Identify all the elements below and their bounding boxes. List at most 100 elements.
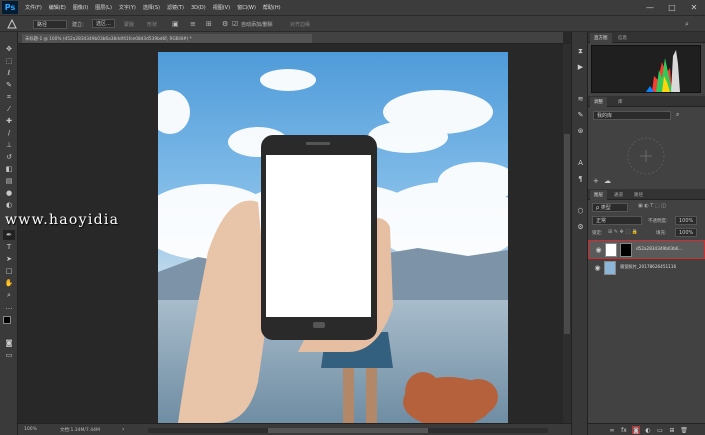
- watermark-text: www.haoyidia: [5, 212, 120, 228]
- menu-filter[interactable]: 滤镜(T): [167, 4, 184, 11]
- menu-layer[interactable]: 图层(L): [95, 4, 112, 11]
- eraser-tool-icon[interactable]: ◧: [3, 164, 15, 174]
- shape-button[interactable]: 形状: [147, 19, 157, 29]
- layer-name[interactable]: d52a2834349b03b6...: [636, 246, 683, 251]
- horizontal-scrollbar[interactable]: [148, 428, 548, 433]
- new-layer-icon[interactable]: ⊞: [668, 426, 676, 434]
- menu-help[interactable]: 帮助(H): [263, 4, 281, 11]
- clone-stamp-tool-icon[interactable]: ⊥: [3, 140, 15, 150]
- healing-brush-tool-icon[interactable]: ✚: [3, 116, 15, 126]
- minimize-button[interactable]: —: [639, 0, 661, 15]
- path-arrangement-icon[interactable]: ⊞: [206, 19, 212, 29]
- tab-channels[interactable]: 通道: [610, 190, 627, 200]
- vertical-scroll-thumb[interactable]: [564, 134, 570, 334]
- mask-button[interactable]: 蒙版: [124, 19, 134, 29]
- quick-mask-icon[interactable]: ◙: [3, 338, 15, 348]
- path-alignment-icon[interactable]: ≡: [190, 19, 196, 29]
- screen-mode-icon[interactable]: ▭: [3, 350, 15, 360]
- new-group-icon[interactable]: ▭: [656, 426, 664, 434]
- add-library-icon[interactable]: +: [593, 177, 599, 185]
- layer-row-phone[interactable]: ◉ d52a2834349b03b6...: [588, 240, 705, 259]
- menu-window[interactable]: 窗口(W): [237, 4, 256, 11]
- blend-mode-select[interactable]: 正常: [592, 216, 642, 225]
- horizontal-scroll-thumb[interactable]: [268, 428, 428, 433]
- library-cloud-icon[interactable]: ☁: [604, 177, 611, 185]
- layer-filter-icons[interactable]: ▣ ◐ T ⬚ ◫: [638, 203, 666, 209]
- menu-image[interactable]: 图像(I): [73, 4, 88, 11]
- close-button[interactable]: ✕: [683, 0, 705, 15]
- selection-button[interactable]: 选区...: [92, 19, 115, 28]
- zoom-level[interactable]: 100%: [24, 427, 37, 432]
- history-brush-tool-icon[interactable]: ↺: [3, 152, 15, 162]
- layer-style-icon[interactable]: fx: [620, 426, 628, 434]
- menu-view[interactable]: 视图(V): [213, 4, 230, 11]
- align-edges-button[interactable]: 对齐边缘: [290, 19, 310, 29]
- hand-tool-icon[interactable]: ✋: [3, 278, 15, 288]
- paragraph-panel-icon[interactable]: ¶: [575, 174, 586, 184]
- type-tool-icon[interactable]: T: [3, 242, 15, 252]
- marquee-tool-icon[interactable]: ⬚: [3, 56, 15, 66]
- character-panel-icon[interactable]: A: [575, 158, 586, 168]
- menu-3d[interactable]: 3D(D): [191, 5, 206, 11]
- tab-info[interactable]: 信息: [614, 33, 631, 43]
- shape-mode-select[interactable]: 路径: [33, 19, 67, 29]
- tab-histogram[interactable]: 直方图: [590, 33, 612, 43]
- delete-layer-icon[interactable]: 🗑: [680, 426, 688, 434]
- canvas-image[interactable]: [158, 52, 508, 423]
- actions-panel-icon[interactable]: ▶: [575, 62, 586, 72]
- library-select[interactable]: 我的库: [593, 111, 671, 120]
- more-tools-icon[interactable]: …: [3, 302, 15, 312]
- auto-add-delete-checkbox[interactable]: ☑: [232, 19, 238, 29]
- lasso-tool-icon[interactable]: ℓ: [3, 68, 15, 78]
- menu-file[interactable]: 文件(F): [25, 4, 42, 11]
- brush-settings-icon[interactable]: ≋: [575, 94, 586, 104]
- visibility-eye-icon[interactable]: ◉: [594, 245, 603, 254]
- lock-label: 锁定:: [592, 231, 603, 236]
- settings-gear-icon[interactable]: ⚙: [222, 19, 228, 29]
- pen-tool-icon[interactable]: ✒: [3, 230, 15, 240]
- properties-panel-icon[interactable]: ⚙: [575, 222, 586, 232]
- tab-layers[interactable]: 图层: [590, 190, 607, 200]
- history-panel-icon[interactable]: ⧗: [575, 46, 586, 56]
- status-menu-arrow-icon[interactable]: ›: [122, 426, 124, 433]
- blur-tool-icon[interactable]: ●: [3, 188, 15, 198]
- menu-edit[interactable]: 编辑(E): [49, 4, 66, 11]
- dodge-tool-icon[interactable]: ◐: [3, 200, 15, 210]
- search-icon[interactable]: ⌕: [685, 19, 689, 29]
- menu-select[interactable]: 选择(S): [143, 4, 160, 11]
- crop-tool-icon[interactable]: ⌗: [3, 92, 15, 102]
- menu-type[interactable]: 文字(Y): [119, 4, 136, 11]
- layer-row-photo[interactable]: ◉ 寝室照片_20178626451116: [588, 259, 705, 278]
- library-search-icon[interactable]: ⌕: [676, 111, 679, 119]
- layer-mask-thumbnail[interactable]: [620, 243, 632, 257]
- opacity-input[interactable]: 100%: [675, 216, 697, 225]
- link-layers-icon[interactable]: ∞: [608, 426, 616, 434]
- lock-icons[interactable]: ⊞ ✎ ✥ ⬚ 🔒: [608, 229, 638, 235]
- fill-input[interactable]: 100%: [675, 228, 697, 237]
- visibility-eye-icon[interactable]: ◉: [593, 263, 602, 272]
- 3d-panel-icon[interactable]: ⬡: [575, 206, 586, 216]
- layer-name[interactable]: 寝室照片_20178626451116: [620, 264, 676, 270]
- clone-source-icon[interactable]: ⊛: [575, 126, 586, 136]
- brush-presets-icon[interactable]: ✎: [575, 110, 586, 120]
- path-operations-icon[interactable]: ▣: [172, 19, 179, 29]
- rectangle-tool-icon[interactable]: □: [3, 266, 15, 276]
- tab-adjustments[interactable]: 调整: [590, 97, 607, 107]
- path-selection-tool-icon[interactable]: ➤: [3, 254, 15, 264]
- layer-filter-select[interactable]: ρ 类型: [592, 203, 628, 212]
- document-tab[interactable]: 未标题-1 @ 100% (d52a2834349b03b6a38ddf41fc…: [22, 34, 312, 43]
- move-tool-icon[interactable]: ✥: [3, 44, 15, 54]
- pen-tool-preset-icon[interactable]: [5, 19, 23, 29]
- eyedropper-tool-icon[interactable]: ⁄: [3, 104, 15, 114]
- add-mask-icon[interactable]: ◙: [632, 426, 640, 434]
- maximize-button[interactable]: □: [661, 0, 683, 15]
- vertical-scrollbar[interactable]: [563, 44, 571, 423]
- quick-select-tool-icon[interactable]: ✎: [3, 80, 15, 90]
- foreground-color-swatch[interactable]: [3, 316, 11, 324]
- tab-paths[interactable]: 路径: [630, 190, 647, 200]
- brush-tool-icon[interactable]: ∕: [3, 128, 15, 138]
- gradient-tool-icon[interactable]: ▤: [3, 176, 15, 186]
- zoom-tool-icon[interactable]: ⌕: [3, 290, 15, 300]
- tab-libraries[interactable]: 库: [614, 97, 627, 107]
- adjustment-layer-icon[interactable]: ◐: [644, 426, 652, 434]
